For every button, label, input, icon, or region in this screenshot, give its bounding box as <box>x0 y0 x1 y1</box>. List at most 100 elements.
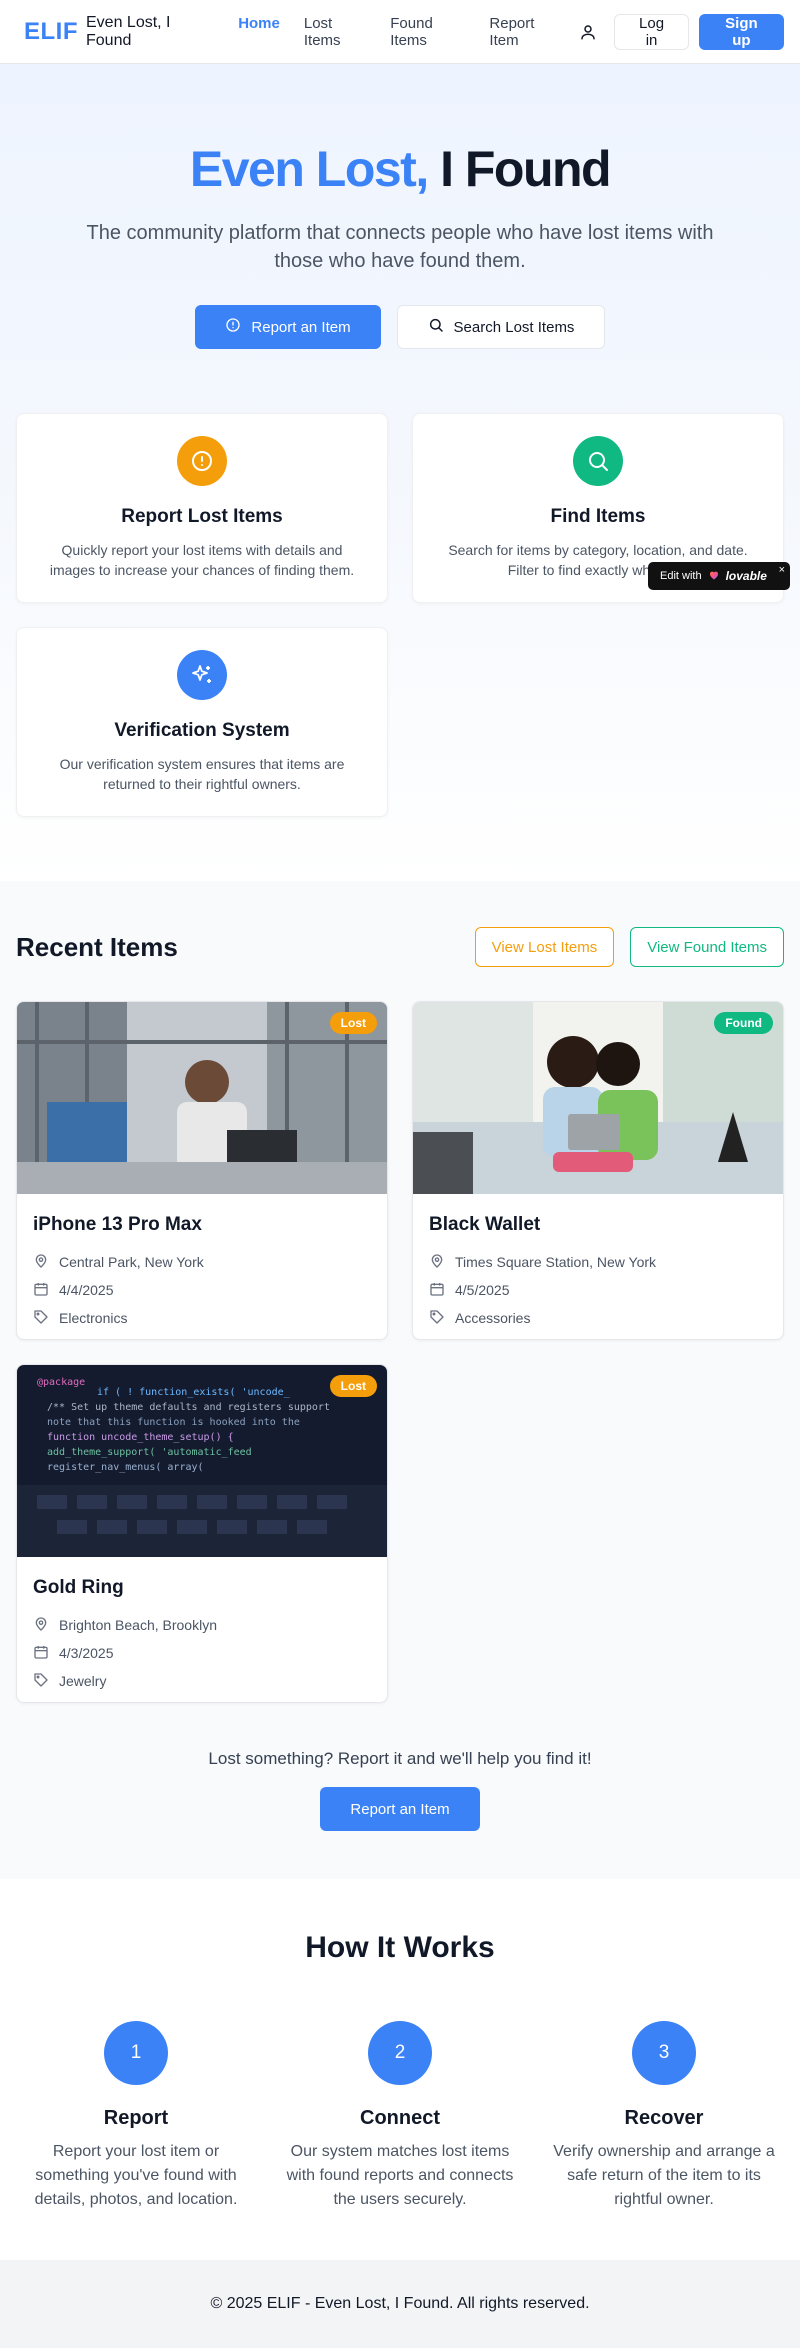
nav-home[interactable]: Home <box>226 15 292 49</box>
nav-report-item[interactable]: Report Item <box>477 15 572 49</box>
alert-circle-icon <box>177 436 227 486</box>
step-text: Verify ownership and arrange a safe retu… <box>553 2143 775 2208</box>
svg-text:function uncode_theme_setup(): function uncode_theme_setup() { <box>47 1432 234 1443</box>
item-category: Jewelry <box>33 1667 371 1695</box>
step-title: Connect <box>360 2107 440 2129</box>
step-text: Report your lost item or something you'v… <box>34 2143 238 2208</box>
step-number: 2 <box>368 2021 432 2085</box>
heart-icon <box>708 569 720 584</box>
svg-text:add_theme_support( 'automatic_: add_theme_support( 'automatic_feed <box>47 1447 252 1458</box>
hero-title-rest: I Found <box>427 141 612 197</box>
item-date-text: 4/3/2025 <box>59 1645 114 1661</box>
step-title: Report <box>103 2107 169 2129</box>
item-title: Black Wallet <box>429 1214 541 1235</box>
item-category-text: Jewelry <box>59 1673 107 1689</box>
item-date-text: 4/5/2025 <box>455 1282 510 1298</box>
user-icon[interactable] <box>572 14 604 50</box>
items-grid: Lost iPhone 13 Pro Max Central Park, New… <box>16 1001 784 1703</box>
item-category-text: Accessories <box>455 1310 531 1326</box>
step-report: 1 Report Report your lost item or someth… <box>16 2021 256 2212</box>
step-text: Our system matches lost items with found… <box>286 2143 514 2208</box>
item-title: iPhone 13 Pro Max <box>33 1214 202 1235</box>
alert-circle-icon <box>225 317 241 337</box>
item-card[interactable]: @package if ( ! function_exists( 'uncode… <box>16 1364 388 1703</box>
feature-title: Verification System <box>114 720 290 741</box>
site-header: ELIF Even Lost, I Found Home Lost Items … <box>0 0 800 64</box>
item-image: Found <box>413 1002 783 1194</box>
map-pin-icon <box>33 1253 49 1272</box>
feature-card-report: Report Lost Items Quickly report your lo… <box>16 413 388 603</box>
item-card[interactable]: Found Black Wallet Times Square Station,… <box>412 1001 784 1340</box>
search-icon <box>573 436 623 486</box>
feature-card-verification: Verification System Our verification sys… <box>16 627 388 817</box>
calendar-icon <box>33 1281 49 1300</box>
nav-lost-items[interactable]: Lost Items <box>292 15 378 49</box>
search-lost-items-button[interactable]: Search Lost Items <box>397 305 605 349</box>
view-found-items-button[interactable]: View Found Items <box>630 927 784 967</box>
item-location-text: Times Square Station, New York <box>455 1254 657 1270</box>
tag-icon <box>33 1309 49 1328</box>
signup-button[interactable]: Sign up <box>698 13 784 50</box>
item-date: 4/5/2025 <box>429 1276 767 1304</box>
status-badge: Found <box>714 1012 773 1034</box>
svg-text:@package: @package <box>37 1377 85 1388</box>
brand-logo[interactable]: ELIF <box>24 18 78 46</box>
item-location: Central Park, New York <box>33 1248 371 1276</box>
tag-icon <box>33 1672 49 1691</box>
item-category-text: Electronics <box>59 1310 128 1326</box>
search-icon <box>428 317 444 337</box>
item-date: 4/3/2025 <box>33 1639 371 1667</box>
item-location: Times Square Station, New York <box>429 1248 767 1276</box>
how-it-works-title: How It Works <box>305 1931 495 1964</box>
lovable-brand: lovable <box>725 569 767 583</box>
calendar-icon <box>429 1281 445 1300</box>
svg-text:note that this function is hoo: note that this function is hooked into t… <box>47 1417 300 1428</box>
header-actions: Log in Sign up <box>572 13 784 50</box>
nav-found-items[interactable]: Found Items <box>378 15 477 49</box>
login-button[interactable]: Log in <box>614 13 689 50</box>
calendar-icon <box>33 1644 49 1663</box>
cta-report-item-button[interactable]: Report an Item <box>320 1787 480 1831</box>
hero-subtitle: The community platform that connects peo… <box>86 222 714 272</box>
map-pin-icon <box>33 1616 49 1635</box>
item-title: Gold Ring <box>33 1577 124 1598</box>
recent-items-section: Recent Items View Lost Items View Found … <box>0 881 800 1879</box>
status-badge: Lost <box>329 1012 377 1034</box>
hero-section: Even Lost, I Found The community platfor… <box>0 64 800 881</box>
features-grid: Report Lost Items Quickly report your lo… <box>16 413 784 817</box>
svg-text:/** Set up theme defaults and: /** Set up theme defaults and registers … <box>47 1402 330 1413</box>
brand[interactable]: ELIF Even Lost, I Found <box>24 14 208 50</box>
step-number: 3 <box>632 2021 696 2085</box>
report-item-button[interactable]: Report an Item <box>195 305 381 349</box>
hero-title: Even Lost, I Found <box>16 142 784 197</box>
search-lost-items-label: Search Lost Items <box>453 318 575 336</box>
report-cta: Lost something? Report it and we'll help… <box>16 1749 784 1831</box>
item-image: @package if ( ! function_exists( 'uncode… <box>17 1365 387 1557</box>
view-lost-items-button[interactable]: View Lost Items <box>474 927 615 967</box>
feature-text: Quickly report your lost items with deta… <box>49 542 355 579</box>
item-location-text: Brighton Beach, Brooklyn <box>59 1617 217 1633</box>
item-card[interactable]: Lost iPhone 13 Pro Max Central Park, New… <box>16 1001 388 1340</box>
brand-name[interactable]: Even Lost, I Found <box>86 14 208 50</box>
copyright-text: © 2025 ELIF - Even Lost, I Found. All ri… <box>210 2295 590 2312</box>
recent-items-title: Recent Items <box>16 931 178 962</box>
feature-title: Report Lost Items <box>121 506 283 527</box>
main-nav: Home Lost Items Found Items Report Item <box>226 15 572 49</box>
edit-with-lovable-badge[interactable]: Edit with lovable × <box>648 562 790 590</box>
how-it-works-section: How It Works 1 Report Report your lost i… <box>0 1879 800 2260</box>
report-item-label: Report an Item <box>251 318 351 336</box>
site-footer: © 2025 ELIF - Even Lost, I Found. All ri… <box>0 2260 800 2348</box>
map-pin-icon <box>429 1253 445 1272</box>
step-title: Recover <box>624 2107 704 2129</box>
item-location: Brighton Beach, Brooklyn <box>33 1611 371 1639</box>
item-date-text: 4/4/2025 <box>59 1282 114 1298</box>
close-icon[interactable]: × <box>779 564 785 576</box>
feature-title: Find Items <box>550 506 646 527</box>
step-recover: 3 Recover Verify ownership and arrange a… <box>544 2021 784 2212</box>
sparkles-icon <box>177 650 227 700</box>
item-category: Electronics <box>33 1304 371 1332</box>
item-category: Accessories <box>429 1304 767 1332</box>
step-number: 1 <box>104 2021 168 2085</box>
svg-text:register_nav_menus( array(: register_nav_menus( array( <box>47 1462 204 1473</box>
feature-text: Our verification system ensures that ite… <box>59 756 345 793</box>
